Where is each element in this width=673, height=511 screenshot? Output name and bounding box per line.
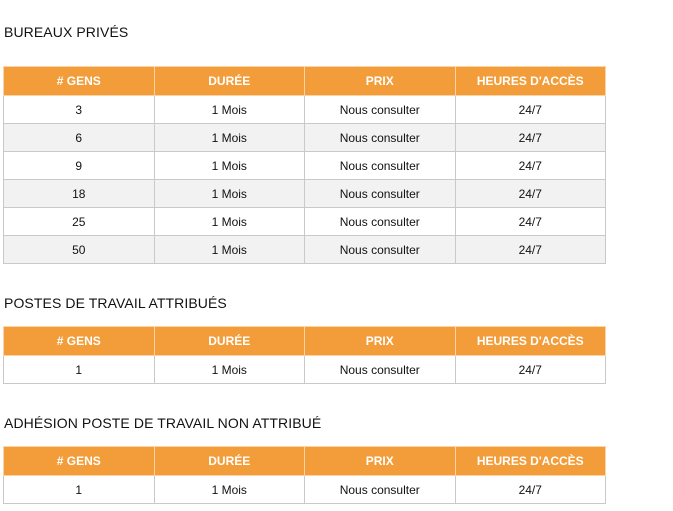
section-title-adhesion-non-attribue: ADHÉSION POSTE DE TRAVAIL NON ATTRIBUÉ [4,415,322,431]
table-row: 18 1 Mois Nous consulter 24/7 [3,179,606,208]
cell-prix: Nous consulter [304,179,456,208]
column-header-heures-acces: HEURES D'ACCÈS [454,446,606,476]
cell-gens: 25 [3,207,155,236]
cell-duree: 1 Mois [153,355,305,384]
cell-duree: 1 Mois [153,95,305,124]
column-header-gens: # GENS [3,446,155,476]
column-header-duree: DURÉE [153,326,305,356]
section-title-bureaux-prives: BUREAUX PRIVÉS [4,24,129,40]
column-header-duree: DURÉE [153,446,305,476]
cell-gens: 1 [3,475,155,504]
section-title-postes-attribues: POSTES DE TRAVAIL ATTRIBUÉS [4,295,227,311]
cell-prix: Nous consulter [304,123,456,152]
cell-heures: 24/7 [454,235,606,264]
table-row: 50 1 Mois Nous consulter 24/7 [3,235,606,264]
table-header-row: # GENS DURÉE PRIX HEURES D'ACCÈS [3,326,606,356]
table-row: 1 1 Mois Nous consulter 24/7 [3,355,606,384]
column-header-gens: # GENS [3,66,155,96]
cell-duree: 1 Mois [153,179,305,208]
cell-prix: Nous consulter [304,95,456,124]
cell-duree: 1 Mois [153,235,305,264]
cell-gens: 9 [3,151,155,180]
column-header-prix: PRIX [304,326,456,356]
cell-heures: 24/7 [454,355,606,384]
cell-prix: Nous consulter [304,151,456,180]
column-header-duree: DURÉE [153,66,305,96]
table-row: 9 1 Mois Nous consulter 24/7 [3,151,606,180]
cell-duree: 1 Mois [153,123,305,152]
cell-prix: Nous consulter [304,475,456,504]
table-row: 6 1 Mois Nous consulter 24/7 [3,123,606,152]
cell-gens: 6 [3,123,155,152]
cell-prix: Nous consulter [304,207,456,236]
cell-heures: 24/7 [454,123,606,152]
cell-heures: 24/7 [454,151,606,180]
table-row: 25 1 Mois Nous consulter 24/7 [3,207,606,236]
pricing-table-bureaux-prives: # GENS DURÉE PRIX HEURES D'ACCÈS 3 1 Moi… [3,66,606,264]
cell-duree: 1 Mois [153,475,305,504]
cell-duree: 1 Mois [153,207,305,236]
table-header-row: # GENS DURÉE PRIX HEURES D'ACCÈS [3,66,606,96]
table-header-row: # GENS DURÉE PRIX HEURES D'ACCÈS [3,446,606,476]
cell-heures: 24/7 [454,179,606,208]
column-header-prix: PRIX [304,446,456,476]
cell-gens: 50 [3,235,155,264]
cell-prix: Nous consulter [304,355,456,384]
pricing-table-adhesion-non-attribue: # GENS DURÉE PRIX HEURES D'ACCÈS 1 1 Moi… [3,446,606,504]
cell-duree: 1 Mois [153,151,305,180]
pricing-table-postes-attribues: # GENS DURÉE PRIX HEURES D'ACCÈS 1 1 Moi… [3,326,606,384]
cell-heures: 24/7 [454,475,606,504]
table-row: 1 1 Mois Nous consulter 24/7 [3,475,606,504]
cell-heures: 24/7 [454,207,606,236]
column-header-heures-acces: HEURES D'ACCÈS [454,326,606,356]
column-header-gens: # GENS [3,326,155,356]
column-header-heures-acces: HEURES D'ACCÈS [454,66,606,96]
column-header-prix: PRIX [304,66,456,96]
cell-gens: 3 [3,95,155,124]
table-row: 3 1 Mois Nous consulter 24/7 [3,95,606,124]
cell-gens: 18 [3,179,155,208]
cell-gens: 1 [3,355,155,384]
cell-prix: Nous consulter [304,235,456,264]
cell-heures: 24/7 [454,95,606,124]
